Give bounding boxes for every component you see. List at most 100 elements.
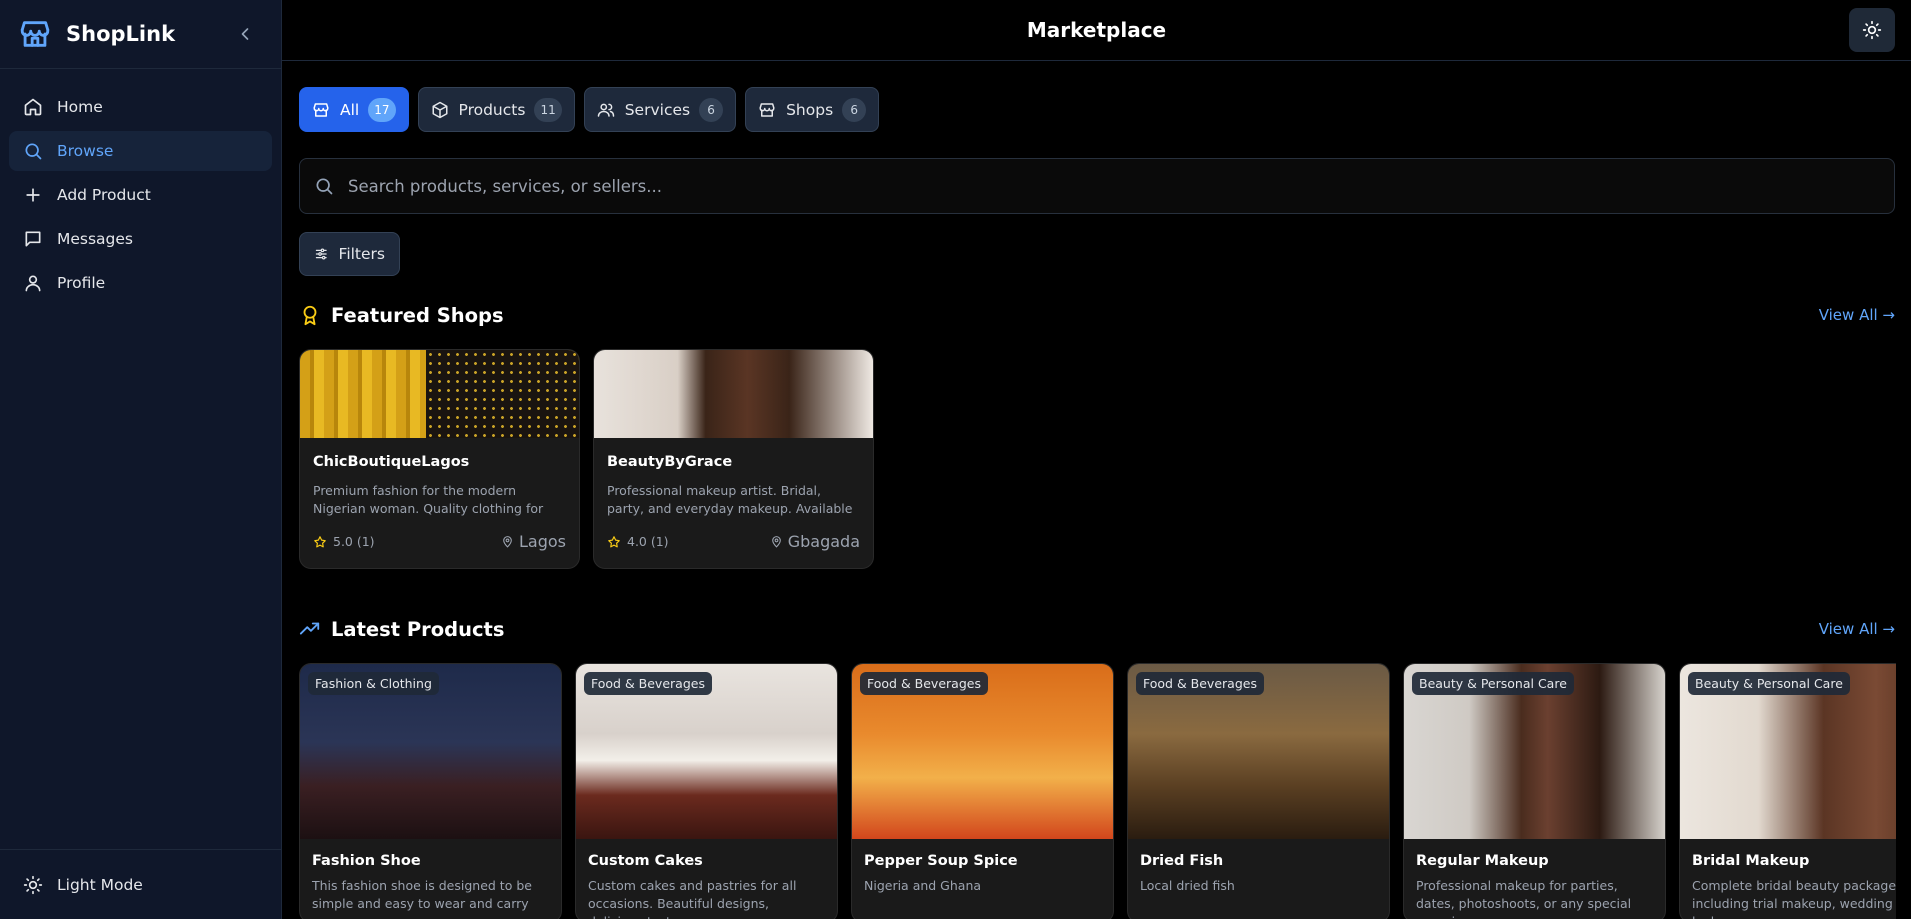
store-icon bbox=[759, 102, 775, 117]
sun-icon bbox=[1862, 20, 1882, 40]
shop-card[interactable]: ChicBoutiqueLagos Premium fashion for th… bbox=[299, 349, 580, 569]
tab-products[interactable]: Products 11 bbox=[417, 87, 575, 132]
search-icon bbox=[25, 143, 42, 160]
tab-count: 6 bbox=[842, 97, 867, 122]
category-badge: Beauty & Personal Care bbox=[1412, 672, 1574, 695]
message-icon bbox=[25, 231, 41, 247]
star-icon bbox=[314, 535, 326, 547]
sidebar-item-add-product[interactable]: Add Product bbox=[9, 175, 272, 215]
sidebar-item-label: Messages bbox=[57, 230, 134, 248]
shop-location: Lagos bbox=[501, 532, 566, 551]
sidebar-item-label: Browse bbox=[57, 142, 114, 160]
sidebar-item-label: Home bbox=[57, 98, 103, 116]
product-name: Dried Fish bbox=[1140, 853, 1224, 869]
sidebar-item-home[interactable]: Home bbox=[9, 87, 272, 127]
brand: ShopLink bbox=[0, 0, 281, 69]
product-description: This fashion shoe is designed to be simp… bbox=[312, 878, 532, 911]
search-bar bbox=[299, 158, 1895, 214]
product-card[interactable]: Fashion & Clothing Fashion Shoe This fas… bbox=[299, 663, 562, 919]
plus-icon bbox=[26, 188, 40, 202]
page-title: Marketplace bbox=[1026, 18, 1167, 42]
category-tabs: All 17 Products 11 Services 6 Shops 6 bbox=[299, 87, 1895, 132]
theme-toggle-button[interactable] bbox=[1849, 8, 1895, 52]
product-card[interactable]: Beauty & Personal Care Regular Makeup Pr… bbox=[1403, 663, 1666, 919]
product-image: Food & Beverages bbox=[852, 664, 1113, 839]
section-title: Featured Shops bbox=[331, 303, 504, 327]
sidebar-item-messages[interactable]: Messages bbox=[9, 219, 272, 259]
product-description: Professional makeup for parties, dates, … bbox=[1416, 878, 1632, 919]
product-image: Food & Beverages bbox=[576, 664, 837, 839]
light-mode-label: Light Mode bbox=[57, 875, 143, 894]
featured-shops-header: Featured Shops View All → bbox=[299, 303, 1895, 327]
shop-rating: 4.0 (1) bbox=[627, 534, 669, 549]
category-badge: Food & Beverages bbox=[1136, 672, 1264, 695]
product-card[interactable]: Food & Beverages Dried Fish Local dried … bbox=[1127, 663, 1390, 919]
shop-rating: 5.0 (1) bbox=[333, 534, 375, 549]
store-icon bbox=[313, 102, 329, 117]
tab-label: Shops bbox=[786, 100, 834, 119]
product-card[interactable]: Food & Beverages Pepper Soup Spice Niger… bbox=[851, 663, 1114, 919]
featured-shops-list: ChicBoutiqueLagos Premium fashion for th… bbox=[299, 349, 1895, 569]
sidebar: ShopLink Home Browse Add Product Message… bbox=[0, 0, 282, 919]
sidebar-item-label: Add Product bbox=[57, 186, 151, 204]
search-input[interactable] bbox=[348, 176, 1880, 196]
filters-label: Filters bbox=[338, 245, 385, 263]
shop-name: ChicBoutiqueLagos bbox=[313, 454, 470, 470]
sliders-icon bbox=[315, 248, 327, 260]
shop-description: Premium fashion for the modern Nigerian … bbox=[313, 483, 544, 516]
product-name: Pepper Soup Spice bbox=[864, 853, 1018, 869]
category-badge: Food & Beverages bbox=[584, 672, 712, 695]
category-badge: Fashion & Clothing bbox=[308, 672, 439, 695]
trending-up-icon bbox=[299, 622, 320, 635]
tab-shops[interactable]: Shops 6 bbox=[745, 87, 880, 132]
tab-label: Services bbox=[624, 100, 691, 119]
user-icon bbox=[25, 275, 41, 292]
shop-location: Gbagada bbox=[770, 532, 860, 551]
filters-button[interactable]: Filters bbox=[299, 232, 400, 276]
shop-image bbox=[300, 350, 579, 438]
product-name: Regular Makeup bbox=[1416, 853, 1549, 869]
sidebar-nav: Home Browse Add Product Messages Profile bbox=[0, 69, 281, 325]
sidebar-item-label: Profile bbox=[57, 274, 106, 292]
topbar: Marketplace bbox=[282, 0, 1911, 61]
latest-products-header: Latest Products View All → bbox=[299, 617, 1895, 641]
app-name: ShopLink bbox=[66, 22, 176, 46]
tab-all[interactable]: All 17 bbox=[299, 87, 409, 132]
sidebar-item-profile[interactable]: Profile bbox=[9, 263, 272, 303]
product-description: Local dried fish bbox=[1140, 878, 1235, 893]
shop-name: BeautyByGrace bbox=[607, 454, 733, 470]
category-badge: Beauty & Personal Care bbox=[1688, 672, 1850, 695]
category-badge: Food & Beverages bbox=[860, 672, 988, 695]
tab-count: 17 bbox=[368, 97, 396, 122]
tab-label: Products bbox=[458, 100, 526, 119]
product-image: Food & Beverages bbox=[1128, 664, 1389, 839]
users-icon bbox=[597, 103, 614, 117]
award-icon bbox=[303, 305, 317, 326]
product-card[interactable]: Beauty & Personal Care Bridal Makeup Com… bbox=[1679, 663, 1896, 919]
chevron-left-icon[interactable] bbox=[235, 24, 255, 44]
product-name: Custom Cakes bbox=[588, 853, 703, 869]
map-pin-icon bbox=[771, 536, 781, 548]
section-title: Latest Products bbox=[331, 617, 505, 641]
shop-location-text: Lagos bbox=[519, 532, 566, 551]
view-all-shops-link[interactable]: View All → bbox=[1819, 306, 1895, 324]
star-icon bbox=[608, 535, 620, 547]
product-image: Beauty & Personal Care bbox=[1404, 664, 1665, 839]
sidebar-item-browse[interactable]: Browse bbox=[9, 131, 272, 171]
view-all-products-link[interactable]: View All → bbox=[1819, 620, 1895, 638]
shop-description: Professional makeup artist. Bridal, part… bbox=[607, 483, 853, 516]
light-mode-toggle[interactable]: Light Mode bbox=[0, 849, 281, 919]
shop-card[interactable]: BeautyByGrace Professional makeup artist… bbox=[593, 349, 874, 569]
map-pin-icon bbox=[503, 536, 512, 548]
product-description: Complete bridal beauty package including… bbox=[1692, 878, 1896, 919]
search-icon bbox=[316, 178, 333, 195]
product-description: Nigeria and Ghana bbox=[864, 878, 982, 893]
store-logo-icon bbox=[20, 21, 50, 47]
product-name: Fashion Shoe bbox=[312, 853, 421, 869]
tab-label: All bbox=[340, 100, 360, 119]
tab-services[interactable]: Services 6 bbox=[583, 87, 737, 132]
product-description: Custom cakes and pastries for all occasi… bbox=[588, 878, 797, 919]
product-card[interactable]: Food & Beverages Custom Cakes Custom cak… bbox=[575, 663, 838, 919]
latest-products-list: Fashion & Clothing Fashion Shoe This fas… bbox=[299, 663, 1896, 919]
shop-image bbox=[594, 350, 873, 438]
